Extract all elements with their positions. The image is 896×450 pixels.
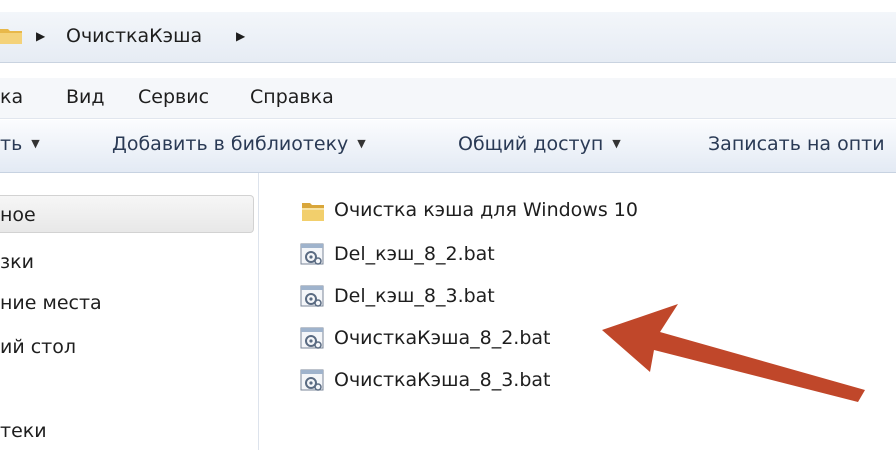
- burn-label: Записать на опти: [708, 133, 885, 155]
- dropdown-arrow-icon: ▼: [612, 137, 621, 150]
- file-name: Del_кэш_8_3.bat: [334, 285, 495, 307]
- organize-label: ть: [0, 133, 23, 155]
- breadcrumb-item[interactable]: ОчисткаКэша: [66, 25, 202, 47]
- menu-item-help[interactable]: Справка: [250, 86, 334, 108]
- navigation-pane: ное зки ние места ий стол теки: [0, 173, 259, 450]
- menu-item-tools[interactable]: Сервис: [138, 86, 209, 108]
- file-name: ОчисткаКэша_8_2.bat: [334, 327, 551, 349]
- nav-item-desktop[interactable]: ий стол: [0, 336, 76, 358]
- explorer-window: ▶ ОчисткаКэша ▶ ка Вид Сервис Справка ть…: [0, 0, 896, 450]
- nav-item-label: теки: [0, 420, 47, 442]
- file-name: ОчисткаКэша_8_3.bat: [334, 369, 551, 391]
- file-name: Очистка кэша для Windows 10: [334, 199, 638, 221]
- menu-item-view[interactable]: Вид: [66, 86, 105, 108]
- share-label: Общий доступ: [458, 133, 604, 155]
- dropdown-arrow-icon: ▼: [31, 137, 40, 150]
- file-name: Del_кэш_8_2.bat: [334, 243, 495, 265]
- nav-item-libraries[interactable]: теки: [0, 420, 47, 442]
- breadcrumb-separator-icon[interactable]: ▶: [36, 29, 45, 43]
- batch-file-icon: [300, 285, 324, 307]
- dropdown-arrow-icon: ▼: [357, 137, 366, 150]
- nav-item-label: ное: [0, 204, 36, 226]
- add-to-library-button[interactable]: Добавить в библиотеку ▼: [112, 133, 366, 155]
- breadcrumb-separator-icon[interactable]: ▶: [236, 29, 245, 43]
- nav-item-label: ние места: [0, 292, 102, 314]
- burn-button[interactable]: Записать на опти: [708, 133, 885, 155]
- batch-file-icon: [300, 327, 324, 349]
- address-bar[interactable]: ▶ ОчисткаКэша ▶: [0, 12, 896, 63]
- folder-icon: [302, 203, 324, 221]
- nav-item-favorites[interactable]: ное: [0, 195, 254, 233]
- nav-item-downloads[interactable]: зки: [0, 251, 34, 273]
- nav-item-recent-places[interactable]: ние места: [0, 292, 102, 314]
- folder-icon: [0, 29, 22, 44]
- nav-item-label: ий стол: [0, 336, 77, 358]
- menu-bar: ка Вид Сервис Справка: [0, 78, 896, 119]
- share-button[interactable]: Общий доступ ▼: [458, 133, 621, 155]
- menu-item-edit[interactable]: ка: [0, 86, 23, 108]
- command-bar: ть ▼ Добавить в библиотеку ▼ Общий доступ ▼…: [0, 120, 896, 173]
- organize-button[interactable]: ть ▼: [0, 133, 40, 155]
- annotation-arrow-icon: [602, 304, 865, 402]
- batch-file-icon: [300, 243, 324, 265]
- nav-item-label: зки: [0, 251, 34, 273]
- add-to-library-label: Добавить в библиотеку: [112, 133, 349, 155]
- batch-file-icon: [300, 369, 324, 391]
